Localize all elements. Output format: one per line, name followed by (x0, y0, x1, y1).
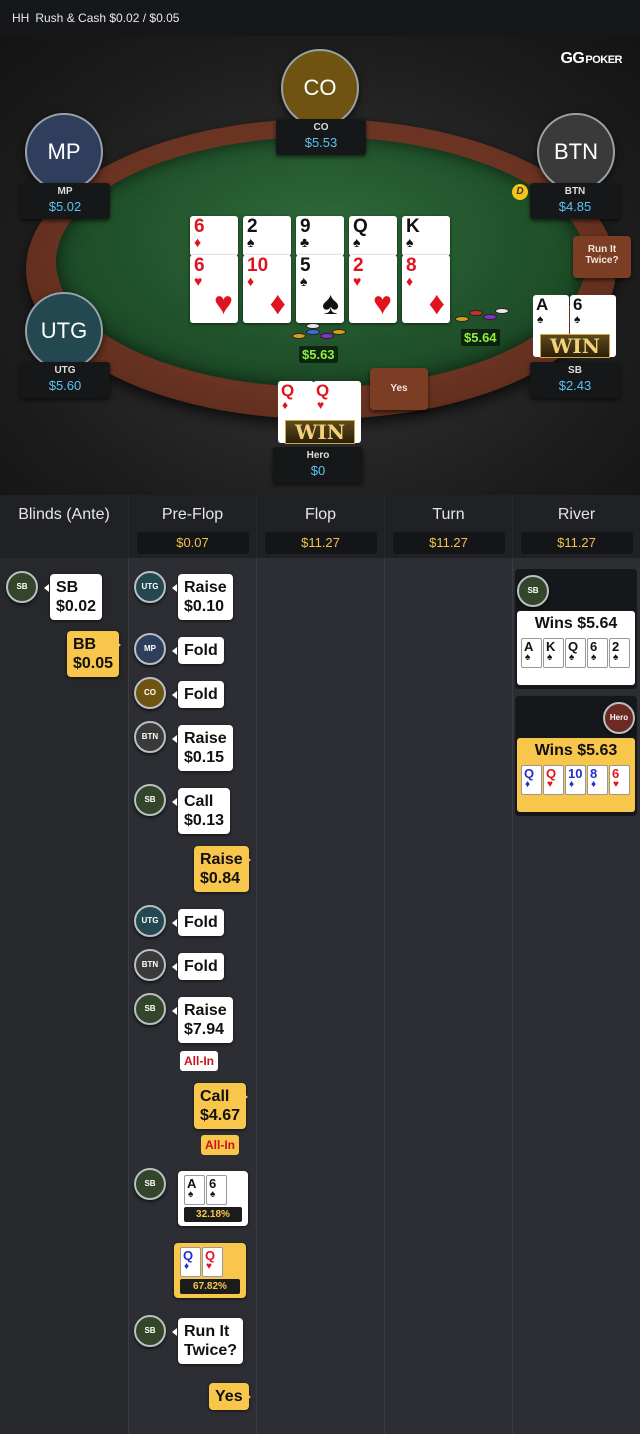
sb-all-in-badge: All-In (180, 1051, 218, 1071)
action-hero-call: Call $4.67 (194, 1083, 249, 1129)
avatar-sb: SB (6, 571, 38, 603)
seat-btn-avatar[interactable]: BTN (537, 113, 615, 191)
seat-co-avatar[interactable]: CO (281, 49, 359, 127)
game-type: HH (12, 11, 30, 25)
avatar-mp: MP (134, 633, 166, 665)
board-run2-card-1: 6 ♥ ♥ (190, 255, 238, 323)
action-bb-blind: BB $0.05 (67, 631, 122, 677)
pot-amount-right: $5.64 (461, 329, 500, 346)
seat-sb-plate: SB $2.43 (530, 362, 620, 398)
pot-amount-left: $5.63 (299, 346, 338, 363)
action-sb-call: Call $0.13 (171, 788, 231, 834)
avatar-sb: SB (134, 993, 166, 1025)
seat-co-plate: CO $5.53 (276, 119, 366, 155)
seat-btn-plate: BTN $4.85 (530, 183, 620, 219)
sb-equity-box: A ♠ 6 ♠ 32.18% (178, 1171, 248, 1226)
hero-all-in-badge: All-In (201, 1135, 239, 1155)
board-run1-card-3: 9 ♣ (296, 216, 344, 256)
avatar-sb: SB (517, 575, 549, 607)
avatar-sb: SB (134, 1315, 166, 1347)
sb-win-badge: WIN (540, 334, 610, 358)
action-utg-raise: Raise $0.10 (172, 574, 233, 620)
hero-win-badge: WIN (285, 420, 355, 444)
avatar-utg: UTG (134, 571, 166, 603)
run-it-twice-question: Run It Twice? (171, 1318, 244, 1364)
seat-hero-plate: Hero $0 (273, 447, 363, 483)
ggpoker-logo: GGPOKER (560, 50, 622, 67)
top-bar: HH Rush & Cash $0.02 / $0.05 (0, 0, 640, 36)
action-co-fold: Fold (172, 681, 224, 708)
yes-response[interactable]: Yes (370, 368, 428, 410)
hero-equity-box: Q ♦ Q ♥ 67.82% (174, 1243, 246, 1298)
run-it-twice-prompt[interactable]: Run It Twice? (573, 236, 631, 278)
action-sb-raise: Raise $7.94 (172, 997, 233, 1043)
table-title: Rush & Cash $0.02 / $0.05 (35, 11, 180, 25)
avatar-utg: UTG (134, 905, 166, 937)
col-header-turn: Turn $11.27 (385, 495, 512, 558)
seat-utg-plate: UTG $5.60 (20, 362, 110, 398)
action-mp-fold: Fold (172, 637, 224, 664)
dealer-button: D (512, 184, 528, 200)
action-utg-fold: Fold (172, 909, 224, 936)
board-run2-card-2: 10 ♦ ♦ (243, 255, 291, 323)
avatar-sb: SB (134, 1168, 166, 1200)
board-run1-card-2: 2 ♠ (243, 216, 291, 256)
seat-mp-avatar[interactable]: MP (25, 113, 103, 191)
action-hero-raise: Raise $0.84 (194, 846, 251, 892)
avatar-btn: BTN (134, 949, 166, 981)
col-header-flop: Flop $11.27 (257, 495, 384, 558)
col-header-preflop: Pre-Flop $0.07 (129, 495, 256, 558)
action-btn-raise: Raise $0.15 (172, 725, 233, 771)
pot-chips-left (292, 319, 348, 347)
board-run1-card-4: Q ♠ (349, 216, 397, 256)
avatar-btn: BTN (134, 721, 166, 753)
avatar-co: CO (134, 677, 166, 709)
river-sb-win-panel: SB Wins $5.64 A ♠ K ♠ Q ♠ 6 ♠ 2 ♠ (515, 569, 637, 689)
board-run2-card-5: 8 ♦ ♦ (402, 255, 450, 323)
seat-mp-plate: MP $5.02 (20, 183, 110, 219)
hero-win-box: Wins $5.63 Q ♦ Q ♥ 10 ♦ 8 ♦ 6 ♥ (517, 738, 635, 812)
action-sb-blind: SB $0.02 (43, 574, 103, 620)
col-header-blinds: Blinds (Ante) (0, 495, 128, 558)
pot-chips-right (455, 302, 511, 330)
col-header-river: River $11.27 (513, 495, 640, 558)
board-run2-card-4: 2 ♥ ♥ (349, 255, 397, 323)
seat-utg-avatar[interactable]: UTG (25, 292, 103, 370)
board-run1-card-5: K ♠ (402, 216, 450, 256)
poker-table: GGPOKER CO CO $5.53 MP MP $5.02 BTN BTN $4.… (0, 36, 640, 495)
board-run1-card-1: 6 ♦ (190, 216, 238, 256)
action-btn-fold: Fold (172, 953, 224, 980)
avatar-sb: SB (134, 784, 166, 816)
sb-win-box: Wins $5.64 A ♠ K ♠ Q ♠ 6 ♠ 2 ♠ (517, 611, 635, 685)
board-run2-card-3: 5 ♠ ♠ (296, 255, 344, 323)
hand-history: Blinds (Ante) Pre-Flop $0.07 Flop $11.27 T… (0, 495, 640, 1434)
avatar-hero: Hero (603, 702, 635, 734)
river-hero-win-panel: Hero Wins $5.63 Q ♦ Q ♥ 10 ♦ 8 ♦ 6 ♥ (515, 696, 637, 816)
run-it-twice-answer: Yes (209, 1383, 251, 1410)
